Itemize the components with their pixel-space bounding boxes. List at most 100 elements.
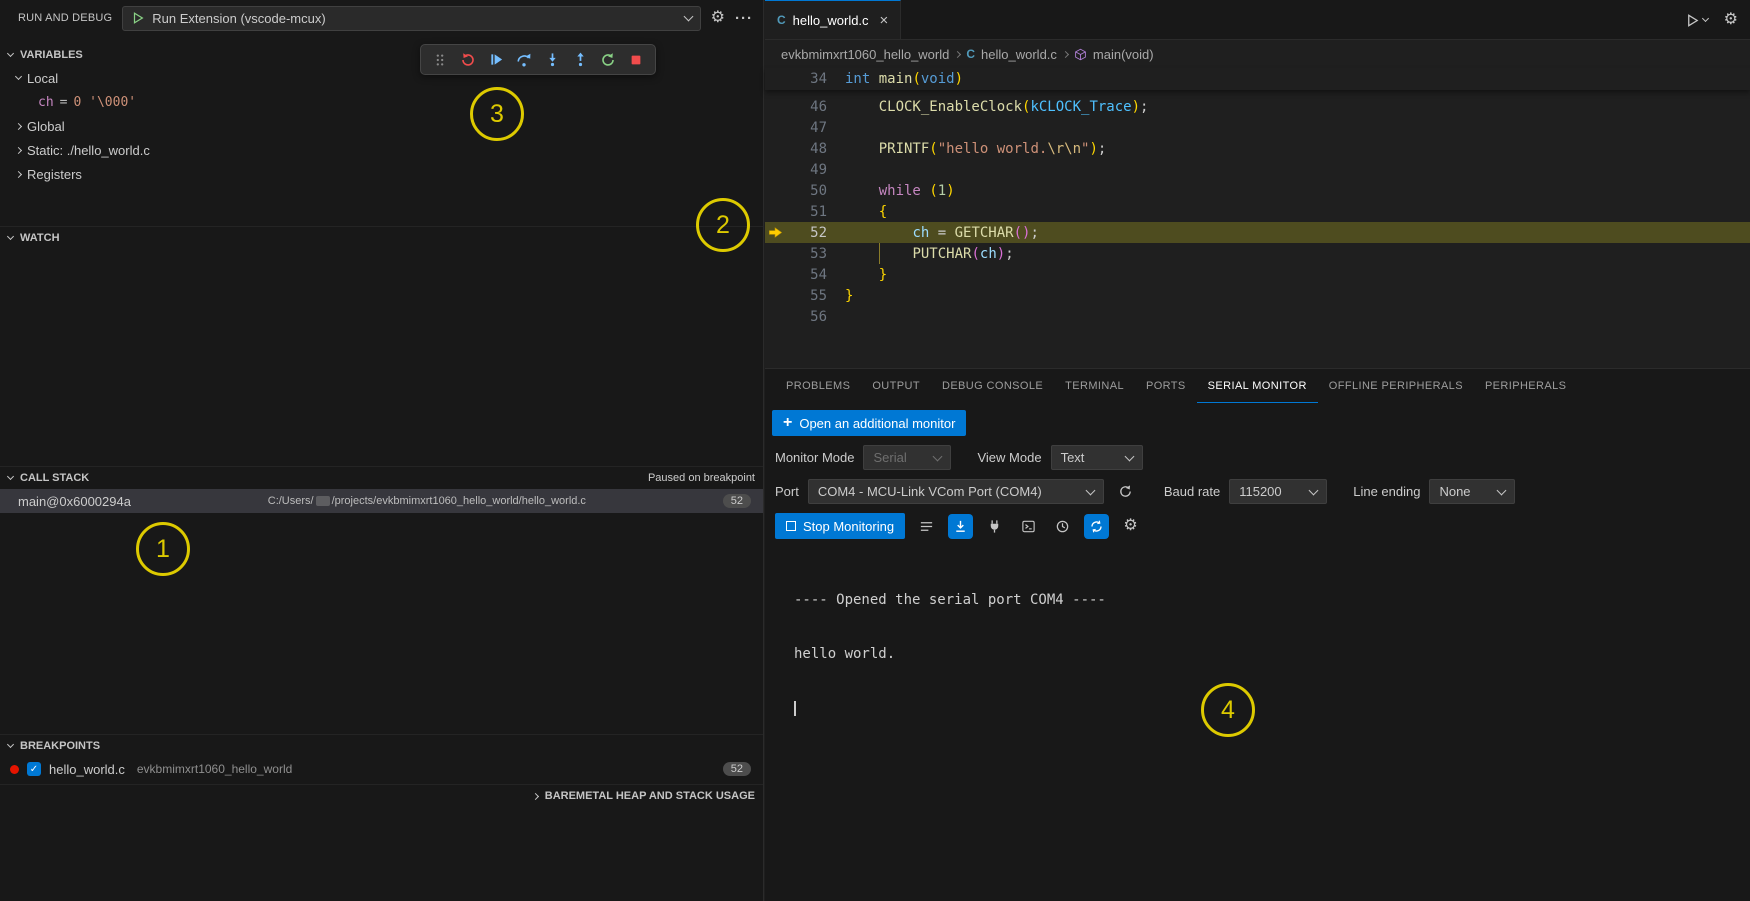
tab-hello-world-c[interactable]: C hello_world.c ×	[765, 0, 901, 39]
auto-reconnect-icon[interactable]	[1084, 514, 1109, 539]
code-text: PRINTF("hello world.\r\n");	[845, 141, 1106, 157]
stop-icon	[786, 521, 796, 531]
baud-rate-select[interactable]: 115200	[1229, 479, 1327, 504]
code-line-56[interactable]: 56	[765, 306, 1750, 327]
tab-close-icon[interactable]: ×	[880, 12, 889, 29]
port-select[interactable]: COM4 - MCU-Link VCom Port (COM4)	[808, 479, 1104, 504]
call-stack-title: CALL STACK	[20, 472, 89, 484]
variables-scope-registers[interactable]: Registers	[0, 162, 763, 186]
baud-rate-label: Baud rate	[1164, 484, 1220, 499]
panel-tab-peripherals[interactable]: PERIPHERALS	[1474, 369, 1577, 403]
editor-settings-gear-icon[interactable]: ⚙	[1724, 12, 1738, 28]
open-additional-monitor-button[interactable]: + Open an additional monitor	[772, 410, 966, 436]
call-stack-header[interactable]: CALL STACK Paused on breakpoint	[0, 467, 763, 489]
clear-output-icon[interactable]	[914, 514, 939, 539]
chevron-down-icon	[1124, 451, 1134, 461]
view-mode-select[interactable]: Text	[1051, 445, 1143, 470]
breakpoint-item[interactable]: ✓ hello_world.c evkbmimxrt1060_hello_wor…	[0, 757, 763, 781]
code-line-46[interactable]: 46 CLOCK_EnableClock(kCLOCK_Trace);	[765, 96, 1750, 117]
timestamp-icon[interactable]	[1050, 514, 1075, 539]
breakpoint-file: hello_world.c	[49, 762, 125, 777]
baremetal-header[interactable]: BAREMETAL HEAP AND STACK USAGE	[0, 785, 763, 807]
step-out-icon[interactable]	[568, 48, 592, 72]
variable-ch[interactable]: ch = 0 '\000'	[0, 90, 763, 114]
debug-toolbar	[420, 44, 656, 75]
chevron-down-icon	[933, 451, 943, 461]
breadcrumb-file[interactable]: hello_world.c	[981, 47, 1057, 62]
plus-icon: +	[783, 415, 792, 431]
code-line-51[interactable]: 51 {	[765, 201, 1750, 222]
serial-output[interactable]: ---- Opened the serial port COM4 ---- he…	[794, 555, 1750, 752]
line-number: 56	[785, 309, 827, 325]
code-line-47[interactable]: 47	[765, 117, 1750, 138]
panel-tab-problems[interactable]: PROBLEMS	[775, 369, 861, 403]
step-into-icon[interactable]	[540, 48, 564, 72]
editor-area: C hello_world.c × ⚙ evkbmimxrt1060_hello…	[765, 0, 1750, 368]
reset-icon[interactable]	[456, 48, 480, 72]
line-ending-select[interactable]: None	[1429, 479, 1515, 504]
terminal-icon[interactable]	[1016, 514, 1041, 539]
plug-icon[interactable]	[982, 514, 1007, 539]
code-line-48[interactable]: 48 PRINTF("hello world.\r\n");	[765, 138, 1750, 159]
panel-tab-serial-monitor[interactable]: SERIAL MONITOR	[1197, 369, 1318, 403]
code-text: {	[845, 204, 887, 220]
panel-tab-offline-peripherals[interactable]: OFFLINE PERIPHERALS	[1318, 369, 1474, 403]
frame-name: main@0x6000294a	[18, 494, 131, 509]
breakpoint-folder: evkbmimxrt1060_hello_world	[137, 762, 292, 776]
toggle-autoscroll-icon[interactable]	[948, 514, 973, 539]
breadcrumb-symbol[interactable]: main(void)	[1093, 47, 1154, 62]
code-line-50[interactable]: 50 while (1)	[765, 180, 1750, 201]
drag-handle-icon[interactable]	[428, 48, 452, 72]
frame-path-prefix: C:/Users/	[268, 495, 314, 507]
variables-scope-static[interactable]: Static: ./hello_world.c	[0, 138, 763, 162]
launch-config-label: Run Extension (vscode-mcux)	[152, 11, 677, 26]
sticky-line-number: 34	[785, 71, 827, 87]
code-text: CLOCK_EnableClock(kCLOCK_Trace);	[845, 99, 1148, 115]
paused-status: Paused on breakpoint	[648, 472, 755, 484]
line-number: 55	[785, 288, 827, 304]
code-line-53[interactable]: 53 PUTCHAR(ch);	[765, 243, 1750, 264]
refresh-ports-icon[interactable]	[1113, 479, 1138, 504]
line-number-badge: 52	[723, 494, 751, 508]
watch-header[interactable]: WATCH	[0, 227, 763, 249]
monitor-mode-select[interactable]: Serial	[863, 445, 951, 470]
run-or-debug-button[interactable]	[1685, 13, 1708, 28]
breakpoint-dot-icon	[10, 765, 19, 774]
panel-tabs: PROBLEMSOUTPUTDEBUG CONSOLETERMINALPORTS…	[765, 369, 1750, 403]
serial-toolbar-row: Stop Monitoring ⚙	[772, 513, 1750, 539]
editor-tab-bar: C hello_world.c × ⚙	[765, 0, 1750, 40]
panel-tab-ports[interactable]: PORTS	[1135, 369, 1197, 403]
panel-tab-terminal[interactable]: TERMINAL	[1054, 369, 1135, 403]
code-line-49[interactable]: 49	[765, 159, 1750, 180]
chevron-down-icon	[1085, 485, 1095, 495]
variables-scope-global[interactable]: Global	[0, 114, 763, 138]
launch-config-select[interactable]: Run Extension (vscode-mcux)	[122, 6, 700, 31]
continue-icon[interactable]	[484, 48, 508, 72]
line-number: 50	[785, 183, 827, 199]
sticky-scroll-line[interactable]: 34 int main(void)	[765, 68, 1750, 90]
line-number: 47	[785, 120, 827, 136]
more-actions-icon[interactable]: ···	[735, 10, 753, 27]
call-stack-section: CALL STACK Paused on breakpoint main@0x6…	[0, 466, 763, 513]
code-line-54[interactable]: 54 }	[765, 264, 1750, 285]
panel-tab-output[interactable]: OUTPUT	[861, 369, 931, 403]
restart-icon[interactable]	[596, 48, 620, 72]
code-line-55[interactable]: 55}	[765, 285, 1750, 306]
panel-tab-debug-console[interactable]: DEBUG CONSOLE	[931, 369, 1054, 403]
step-over-icon[interactable]	[512, 48, 536, 72]
breakpoint-arrow-margin[interactable]	[765, 225, 785, 240]
serial-settings-gear-icon[interactable]: ⚙	[1118, 514, 1143, 539]
chevron-right-icon	[1062, 50, 1069, 57]
call-stack-frame[interactable]: main@0x6000294a C:/Users/ /projects/evkb…	[0, 489, 763, 513]
code-line-52[interactable]: 52 ch = GETCHAR();	[765, 222, 1750, 243]
debug-settings-gear-icon[interactable]: ⚙	[711, 10, 725, 26]
breadcrumb-folder[interactable]: evkbmimxrt1060_hello_world	[781, 47, 949, 62]
breakpoints-header[interactable]: BREAKPOINTS	[0, 735, 763, 757]
line-number: 49	[785, 162, 827, 178]
chevron-down-icon	[683, 12, 693, 22]
stop-monitoring-button[interactable]: Stop Monitoring	[775, 513, 905, 539]
stop-icon[interactable]	[624, 48, 648, 72]
monitor-mode-label: Monitor Mode	[775, 450, 854, 465]
chevron-down-icon	[1702, 15, 1709, 22]
breakpoint-checkbox[interactable]: ✓	[27, 762, 41, 776]
